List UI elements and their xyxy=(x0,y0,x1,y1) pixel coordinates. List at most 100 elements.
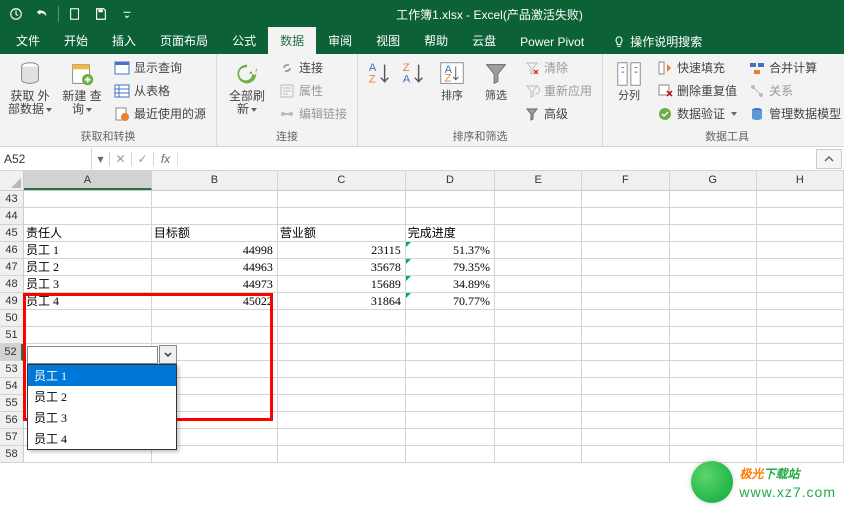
row-header-55[interactable]: 55 xyxy=(0,395,23,412)
connections-button[interactable]: 连接 xyxy=(275,57,351,78)
cell[interactable] xyxy=(670,361,757,378)
column-header-H[interactable]: H xyxy=(757,171,844,190)
cell[interactable] xyxy=(757,361,844,378)
cell[interactable] xyxy=(495,242,582,259)
cell[interactable]: 15689 xyxy=(278,276,406,293)
cell[interactable] xyxy=(757,395,844,412)
manage-data-model-button[interactable]: 管理数据模型 xyxy=(745,103,844,124)
cell[interactable] xyxy=(582,412,669,429)
cell[interactable] xyxy=(495,259,582,276)
cell[interactable] xyxy=(406,327,495,344)
cell[interactable] xyxy=(757,225,844,242)
cell[interactable] xyxy=(406,310,495,327)
cell[interactable] xyxy=(495,208,582,225)
from-table-button[interactable]: 从表格 xyxy=(110,80,210,101)
tab-help[interactable]: 帮助 xyxy=(412,27,460,54)
row-header-51[interactable]: 51 xyxy=(0,327,23,344)
tell-me-search[interactable]: 操作说明搜索 xyxy=(606,29,708,54)
dropdown-item[interactable]: 员工 3 xyxy=(28,407,176,428)
new-query-button[interactable]: 新建 查询 xyxy=(58,57,106,118)
row-header-50[interactable]: 50 xyxy=(0,310,23,327)
cell[interactable] xyxy=(670,344,757,361)
cell[interactable] xyxy=(406,412,495,429)
sort-az-button[interactable]: AZ xyxy=(364,57,394,91)
get-external-data-button[interactable]: 获取 外部数据 xyxy=(6,57,54,118)
cell[interactable] xyxy=(495,293,582,310)
cell[interactable] xyxy=(278,310,406,327)
cell[interactable] xyxy=(278,208,406,225)
row-header-44[interactable]: 44 xyxy=(0,208,23,225)
name-box-dropdown[interactable]: ▾ xyxy=(92,152,110,166)
cell[interactable]: 51.37% xyxy=(406,242,495,259)
cell[interactable] xyxy=(582,293,669,310)
cell[interactable] xyxy=(278,191,406,208)
column-header-D[interactable]: D xyxy=(406,171,495,190)
cell[interactable] xyxy=(152,327,278,344)
cell[interactable] xyxy=(406,191,495,208)
row-header-47[interactable]: 47 xyxy=(0,259,23,276)
cell[interactable] xyxy=(406,344,495,361)
cell[interactable] xyxy=(152,191,278,208)
filter-button[interactable]: 筛选 xyxy=(476,57,516,104)
column-header-E[interactable]: E xyxy=(495,171,582,190)
cell[interactable]: 79.35% xyxy=(406,259,495,276)
cell[interactable] xyxy=(24,191,152,208)
cell[interactable] xyxy=(670,395,757,412)
tab-home[interactable]: 开始 xyxy=(52,27,100,54)
row-header-46[interactable]: 46 xyxy=(0,242,23,259)
cell[interactable] xyxy=(670,378,757,395)
cell[interactable] xyxy=(495,225,582,242)
undo-icon[interactable] xyxy=(30,2,54,26)
dropdown-list[interactable]: 员工 1员工 2员工 3员工 4 xyxy=(27,364,177,450)
row-header-45[interactable]: 45 xyxy=(0,225,23,242)
recent-sources-button[interactable]: 最近使用的源 xyxy=(110,103,210,124)
row-header-53[interactable]: 53 xyxy=(0,361,23,378)
cell[interactable]: 员工 4 xyxy=(24,293,152,310)
text-to-columns-button[interactable]: 分列 xyxy=(609,57,649,104)
cell[interactable]: 员工 1 xyxy=(24,242,152,259)
cell[interactable]: 员工 3 xyxy=(24,276,152,293)
cell[interactable] xyxy=(495,395,582,412)
row-header-48[interactable]: 48 xyxy=(0,276,23,293)
cell[interactable] xyxy=(24,310,152,327)
cell[interactable]: 35678 xyxy=(278,259,406,276)
cell[interactable] xyxy=(152,310,278,327)
tab-view[interactable]: 视图 xyxy=(364,27,412,54)
data-validation-button[interactable]: 数据验证 xyxy=(653,103,741,124)
tab-cloud[interactable]: 云盘 xyxy=(460,27,508,54)
edit-links-button[interactable]: 编辑链接 xyxy=(275,103,351,124)
tab-pagelayout[interactable]: 页面布局 xyxy=(148,27,220,54)
dropdown-arrow-button[interactable] xyxy=(159,345,177,364)
cell[interactable]: 34.89% xyxy=(406,276,495,293)
cell[interactable] xyxy=(24,208,152,225)
name-box[interactable]: A52 xyxy=(0,148,92,170)
cell[interactable]: 责任人 xyxy=(24,225,152,242)
cell[interactable]: 45022 xyxy=(152,293,278,310)
column-header-B[interactable]: B xyxy=(152,171,278,190)
cell[interactable] xyxy=(757,429,844,446)
cell[interactable] xyxy=(495,361,582,378)
cell[interactable] xyxy=(757,310,844,327)
cell[interactable]: 23115 xyxy=(278,242,406,259)
cell[interactable] xyxy=(278,429,406,446)
clear-filter-button[interactable]: 清除 xyxy=(520,57,596,78)
cell[interactable]: 31864 xyxy=(278,293,406,310)
cell[interactable] xyxy=(152,208,278,225)
cell[interactable] xyxy=(670,412,757,429)
select-all-corner[interactable] xyxy=(0,171,24,191)
consolidate-button[interactable]: 合并计算 xyxy=(745,57,844,78)
cell[interactable] xyxy=(582,446,669,463)
cell[interactable] xyxy=(757,412,844,429)
cell[interactable] xyxy=(582,225,669,242)
cell[interactable] xyxy=(582,242,669,259)
cell[interactable] xyxy=(670,259,757,276)
cell[interactable] xyxy=(495,310,582,327)
cell[interactable]: 44998 xyxy=(152,242,278,259)
advanced-filter-button[interactable]: 高级 xyxy=(520,103,596,124)
cell[interactable] xyxy=(582,395,669,412)
cell[interactable] xyxy=(757,208,844,225)
cell[interactable] xyxy=(757,327,844,344)
cell[interactable] xyxy=(670,276,757,293)
cell[interactable] xyxy=(406,429,495,446)
properties-button[interactable]: 属性 xyxy=(275,80,351,101)
